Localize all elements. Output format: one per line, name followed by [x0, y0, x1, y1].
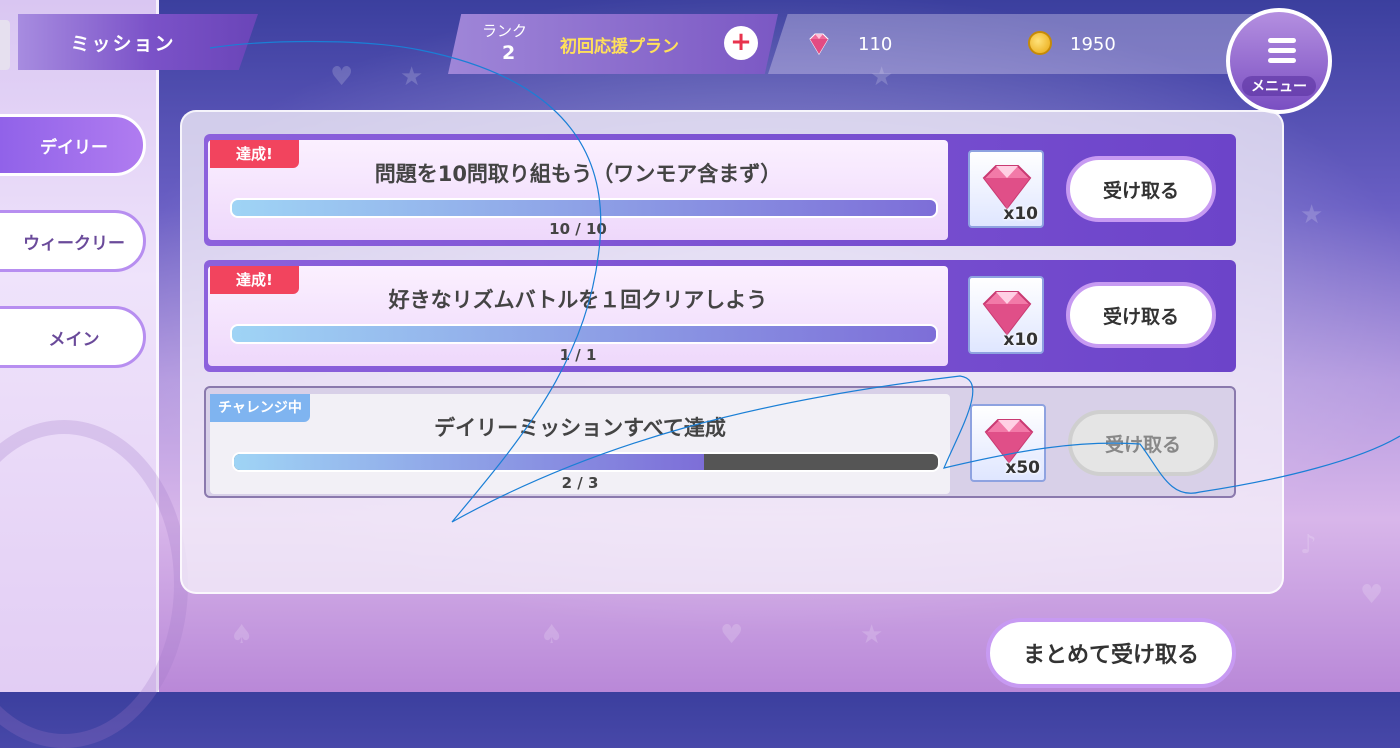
progress-bar	[230, 198, 938, 218]
background-pattern-icon: ♠	[540, 620, 564, 650]
progress-text: 1 / 1	[559, 346, 597, 364]
progress-bar	[230, 324, 938, 344]
coin-icon	[1028, 31, 1052, 55]
reward-quantity: x10	[1003, 330, 1038, 350]
mission-row: 達成! 好きなリズムバトルを１回クリアしよう 1 / 1 x10 受け取る	[204, 260, 1236, 372]
mission-row: チャレンジ中 デイリーミッションすべて達成 2 / 3 x50 受け取る	[204, 386, 1236, 498]
back-tab[interactable]	[0, 20, 10, 70]
mission-card: 達成! 問題を10問取り組もう（ワンモア含まず） 10 / 10	[208, 140, 948, 240]
progress-bar	[232, 452, 940, 472]
mission-card: チャレンジ中 デイリーミッションすべて達成 2 / 3	[210, 394, 950, 494]
gem-count: 110	[858, 34, 893, 55]
reward-quantity: x50	[1005, 458, 1040, 478]
mission-card: 達成! 好きなリズムバトルを１回クリアしよう 1 / 1	[208, 266, 948, 366]
tab-main-label: メイン	[48, 329, 100, 350]
menu-button[interactable]: メニュー	[1226, 8, 1332, 114]
tab-daily-label: デイリー	[40, 137, 108, 158]
claim-button-disabled[interactable]: 受け取る	[1068, 410, 1218, 476]
gem-icon	[809, 33, 829, 55]
tab-daily[interactable]: デイリー	[0, 114, 146, 176]
progress-fill	[234, 454, 704, 470]
background-pattern-icon: ♠	[230, 620, 254, 650]
tab-weekly[interactable]: ウィークリー	[0, 210, 146, 272]
mission-title: デイリーミッションすべて達成	[434, 416, 726, 440]
background-pattern-icon: ♥	[330, 62, 354, 92]
mission-row: 達成! 問題を10問取り組もう（ワンモア含まず） 10 / 10 x10 受け取…	[204, 134, 1236, 246]
reward-item[interactable]: x10	[968, 276, 1044, 354]
background-pattern-icon: ♥	[720, 620, 744, 650]
background-pattern-icon: ★	[1300, 200, 1324, 230]
background-pattern-icon: ♥	[1360, 580, 1384, 610]
background-pattern-icon: ♪	[1300, 530, 1317, 560]
plan-label[interactable]: 初回応援プラン	[560, 32, 679, 57]
claim-all-button[interactable]: まとめて受け取る	[986, 618, 1236, 688]
reward-quantity: x10	[1003, 204, 1038, 224]
reward-item[interactable]: x50	[970, 404, 1046, 482]
coin-count: 1950	[1070, 34, 1116, 55]
mission-title: 問題を10問取り組もう（ワンモア含まず）	[374, 162, 782, 186]
progress-text: 2 / 3	[561, 474, 599, 492]
tab-main[interactable]: メイン	[0, 306, 146, 368]
progress-fill	[232, 200, 936, 216]
rank-value: 2	[502, 42, 516, 64]
clock-decoration	[0, 420, 188, 748]
gem-icon	[982, 165, 1032, 210]
background-pattern-icon: ★	[860, 620, 884, 650]
status-bar: ランク 2 初回応援プラン + 110 1950	[448, 14, 1258, 74]
background-pattern-icon: ★	[400, 62, 424, 92]
claim-button[interactable]: 受け取る	[1066, 156, 1216, 222]
plus-icon[interactable]: +	[724, 26, 758, 60]
gem-icon	[984, 419, 1034, 464]
page-title-text: ミッション	[70, 32, 176, 55]
mission-title: 好きなリズムバトルを１回クリアしよう	[388, 288, 768, 312]
progress-text: 10 / 10	[549, 220, 607, 238]
claim-button[interactable]: 受け取る	[1066, 282, 1216, 348]
progress-fill	[232, 326, 936, 342]
page-title: ミッション	[18, 14, 258, 70]
hamburger-icon	[1268, 38, 1296, 68]
currency-panel	[768, 14, 1258, 74]
tab-weekly-label: ウィークリー	[23, 233, 125, 254]
menu-label: メニュー	[1242, 76, 1316, 96]
rank-label: ランク	[482, 22, 528, 40]
gem-icon	[982, 291, 1032, 336]
reward-item[interactable]: x10	[968, 150, 1044, 228]
